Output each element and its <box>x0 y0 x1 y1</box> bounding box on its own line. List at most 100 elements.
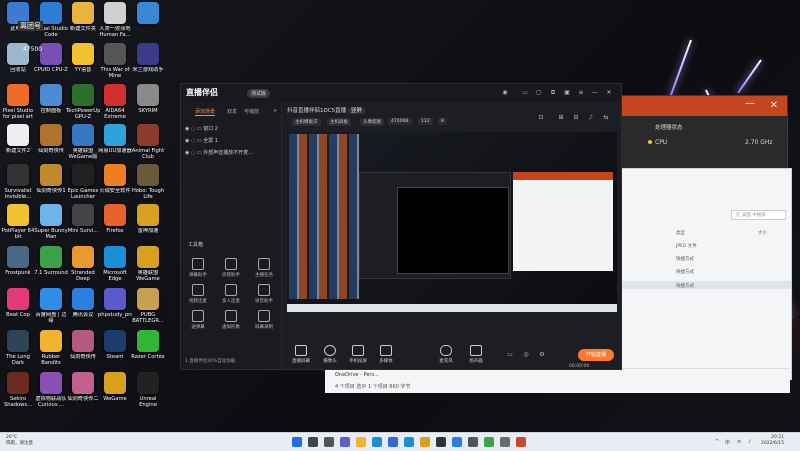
speaker-button[interactable]: 扬声器 <box>462 345 490 364</box>
tab-zoom[interactable]: 可缩放 <box>244 108 259 115</box>
file-row[interactable]: 快捷方式 <box>676 283 694 289</box>
desktop-icon[interactable]: Animal Fight Club <box>131 124 165 160</box>
desktop-icon[interactable]: Firefox <box>98 204 132 240</box>
tab-scene[interactable]: 添加场景 <box>195 108 216 116</box>
app6-icon[interactable] <box>500 437 510 447</box>
chat-icon[interactable] <box>340 437 350 447</box>
chat-icon[interactable]: ▢ <box>535 89 543 97</box>
desktop-icon[interactable]: Hobo: Tough Life <box>131 164 165 200</box>
desktop-icon[interactable]: AIDA64 Extreme <box>98 84 132 120</box>
tool-send-danmu[interactable]: 送弹幕 <box>183 310 213 330</box>
app3-icon[interactable] <box>452 437 462 447</box>
start-icon[interactable] <box>292 437 302 447</box>
app-icon[interactable] <box>420 437 430 447</box>
source-item[interactable]: ◉ ◌ ▭ 外部声音播放不开麦... <box>185 149 253 156</box>
desktop-icon[interactable]: 仙剑奇侠传 <box>66 330 100 366</box>
eye-icon[interactable]: ◎ <box>522 351 530 359</box>
gift-icon[interactable]: ▣ <box>563 89 571 97</box>
weather-widget[interactable]: 26°C 阵雨，请注意 <box>6 435 33 447</box>
desktop-icon[interactable]: 网易UU加速器 <box>98 124 132 160</box>
file-row[interactable]: JPEG 文件 <box>676 243 697 249</box>
bell-icon[interactable]: ♪ <box>587 114 595 122</box>
desktop-icon[interactable]: 新建文件2 <box>1 124 35 160</box>
stream-preview[interactable] <box>287 132 617 312</box>
desktop-icon[interactable]: phpstudy_pro <box>98 288 132 324</box>
desktop-icon[interactable]: 雷神加速 <box>131 204 165 240</box>
desktop-icon[interactable]: Super Bunny Man <box>34 204 68 240</box>
minimize-icon[interactable]: — <box>591 89 599 97</box>
desktop-icon[interactable]: Sekiro Shadows... <box>1 372 35 408</box>
desktop-icon[interactable]: Unreal Engine <box>131 372 165 408</box>
desktop-icon[interactable]: 百度网盘 | 边缘 <box>34 288 68 324</box>
system-clock[interactable]: 20:21 2022/6/15 <box>761 435 784 447</box>
file-row[interactable]: 快捷方式 <box>676 256 694 262</box>
meta-pill[interactable]: 主机模板识 <box>292 118 321 126</box>
desktop-icon[interactable]: Stranded Deep <box>66 246 100 282</box>
mail-icon[interactable] <box>404 437 414 447</box>
desktop-icon[interactable]: 仙剑奇侠传 <box>34 124 68 160</box>
desktop-icon[interactable]: Rubber Bandits <box>34 330 68 366</box>
chevron-up-icon[interactable]: ^ <box>715 439 719 445</box>
desktop-icon[interactable]: PUBG BATTLEGR... <box>131 288 165 324</box>
desktop-icon[interactable] <box>131 2 165 38</box>
desktop-icon[interactable]: 新建文件夹 <box>66 2 100 38</box>
file-row[interactable]: 快捷方式 <box>676 269 694 275</box>
minimize-button[interactable]: — <box>745 98 755 109</box>
source-item[interactable]: ◉ ◌ ▭ 窗口 2 <box>185 125 218 132</box>
desktop-icon[interactable]: 虚拟物联战队 Curious ... <box>34 372 68 408</box>
microphone-button[interactable]: 麦克风 <box>432 345 460 364</box>
desktop-icon[interactable]: 控制面板 <box>34 84 68 120</box>
app4-icon[interactable] <box>468 437 478 447</box>
app2-icon[interactable] <box>436 437 446 447</box>
desktop-icon[interactable]: Pixel Studio for pixel art <box>1 84 35 120</box>
add-scene-button[interactable]: + <box>273 108 277 114</box>
desktop-icon[interactable]: 仙剑奇侠传二 <box>66 372 100 408</box>
onedrive-item[interactable]: OneDrive - Pers... <box>335 372 379 378</box>
layout-icon[interactable]: ⊞ <box>557 114 565 122</box>
app7-icon[interactable] <box>516 437 526 447</box>
screen-capture-button[interactable]: 直播屏幕 <box>287 345 315 364</box>
tool-video-link[interactable]: 视频连麦 <box>183 284 213 304</box>
phone-cast-button[interactable]: 手机投屏 <box>344 345 372 364</box>
tool-tasks[interactable]: 主播任务 <box>249 258 279 278</box>
app5-icon[interactable] <box>484 437 494 447</box>
desktop-icon[interactable]: 英雄联盟 WeGame版 <box>66 124 100 160</box>
desktop-icon[interactable]: Steam <box>98 330 132 366</box>
file-row-selected[interactable] <box>621 281 791 289</box>
store-icon[interactable] <box>388 437 398 447</box>
desktop-icon[interactable]: YY语音 <box>66 43 100 79</box>
record-icon[interactable]: ▭ <box>506 351 514 359</box>
search-icon[interactable] <box>308 437 318 447</box>
desktop-icon[interactable]: 此电脑 <box>1 2 35 38</box>
tool-multi-link[interactable]: 多人连麦 <box>216 284 246 304</box>
ime-icon[interactable]: 中 <box>725 439 730 446</box>
orientation-badge[interactable]: 竖屏 <box>347 108 365 114</box>
menu-icon[interactable]: ≡ <box>577 89 585 97</box>
column-size[interactable]: 大小 <box>758 230 767 236</box>
desktop-icon[interactable]: 英雄联盟WeGame <box>131 246 165 282</box>
desktop-icon[interactable]: Mini Survi... <box>66 204 100 240</box>
desktop-icon[interactable]: Frostpunk <box>1 246 35 282</box>
share-icon[interactable]: ⧉ <box>549 89 557 97</box>
meta-pill[interactable]: 主机屏板 <box>327 118 351 126</box>
desktop-icon[interactable]: 米兰游戏助手 <box>131 43 165 79</box>
tool-voice[interactable]: 语音助手 <box>249 284 279 304</box>
tool-room-admin[interactable]: 房管助手 <box>216 258 246 278</box>
tool-avatar[interactable]: 虚拟形象 <box>216 310 246 330</box>
meta-pill[interactable]: 头像底图 <box>360 118 384 126</box>
desktop-icon[interactable]: The Long Dark <box>1 330 35 366</box>
desktop-icon[interactable]: SKYRIM <box>131 84 165 120</box>
desktop-icon[interactable]: 人类一败涂地 Human Fa... <box>98 2 132 38</box>
desktop-icon[interactable]: Survivalist Invisible... <box>1 164 35 200</box>
source-item[interactable]: ◉ ◌ ▭ 全屏 1 <box>185 137 218 144</box>
desktop-icon[interactable]: Razer Cortex <box>131 330 165 366</box>
desktop-icon[interactable]: Beat Cop <box>1 288 35 324</box>
tool-danmu[interactable]: 弹幕助手 <box>183 258 213 278</box>
volume-icon[interactable]: ♪ <box>748 439 751 445</box>
explorer-icon[interactable] <box>356 437 366 447</box>
share-icon[interactable]: ⇆ <box>602 114 610 122</box>
search-input[interactable]: 在 桌面 中搜索 <box>731 210 786 220</box>
desktop-icon[interactable]: Visual Studio Code <box>34 2 68 38</box>
column-type[interactable]: 类型 <box>676 230 685 236</box>
desktop-icon[interactable]: WeGame <box>98 372 132 408</box>
